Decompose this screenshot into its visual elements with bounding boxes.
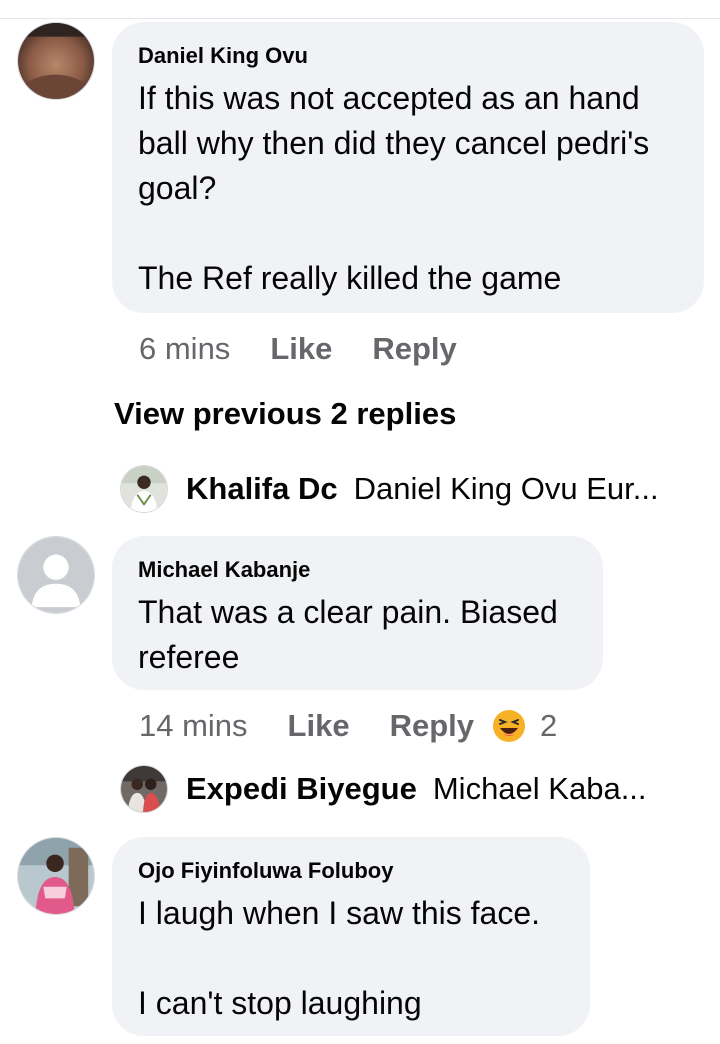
avatar[interactable] bbox=[120, 465, 168, 513]
comment-meta: 14 mins Like Reply 2 bbox=[139, 704, 557, 748]
avatar[interactable] bbox=[17, 22, 95, 100]
comment-timestamp[interactable]: 6 mins bbox=[139, 331, 230, 367]
reply-preview-text: Michael Kaba... bbox=[432, 771, 647, 806]
avatar[interactable] bbox=[17, 837, 95, 915]
comment-text-line: The Ref really killed the game bbox=[138, 260, 562, 296]
comment-bubble[interactable]: Daniel King Ovu If this was not accepted… bbox=[112, 22, 704, 313]
comment-text-line: I can't stop laughing bbox=[138, 985, 422, 1021]
reply-button[interactable]: Reply bbox=[390, 708, 474, 744]
top-divider bbox=[0, 18, 720, 19]
comment-author[interactable]: Ojo Fiyinfoluwa Foluboy bbox=[138, 857, 564, 885]
comment-bubble[interactable]: Michael Kabanje That was a clear pain. B… bbox=[112, 536, 603, 690]
comment-text-line: I laugh when I saw this face. bbox=[138, 895, 540, 931]
reaction-summary[interactable]: 2 bbox=[492, 708, 557, 744]
reply-author[interactable]: Expedi Biyegue bbox=[186, 771, 417, 807]
avatar-photo-icon bbox=[121, 766, 167, 812]
reply-author[interactable]: Khalifa Dc bbox=[186, 471, 338, 507]
comment-bubble[interactable]: Ojo Fiyinfoluwa Foluboy I laugh when I s… bbox=[112, 837, 590, 1036]
view-previous-replies-link[interactable]: View previous 2 replies bbox=[114, 396, 456, 432]
reaction-count: 2 bbox=[540, 708, 558, 743]
comment-timestamp[interactable]: 14 mins bbox=[139, 708, 248, 744]
comment-text-line: ball why then did they cancel pedri's bbox=[138, 125, 650, 161]
default-avatar-icon bbox=[18, 537, 94, 613]
avatar-photo-icon bbox=[18, 23, 94, 99]
comment-meta: 6 mins Like Reply bbox=[139, 327, 457, 371]
comment-blank-line bbox=[138, 211, 678, 256]
avatar-photo-icon bbox=[121, 466, 167, 512]
reply-preview-text: Daniel King Ovu Eur... bbox=[353, 471, 659, 506]
comment-text-line: That was a clear pain. Biased bbox=[138, 594, 558, 630]
comment-blank-line bbox=[138, 936, 564, 981]
comment-text-line: referee bbox=[138, 639, 240, 675]
like-button[interactable]: Like bbox=[270, 331, 332, 367]
avatar[interactable] bbox=[120, 765, 168, 813]
comment-text-line: If this was not accepted as an hand bbox=[138, 80, 640, 116]
comment-author[interactable]: Michael Kabanje bbox=[138, 556, 577, 584]
comments-thread: Daniel King Ovu If this was not accepted… bbox=[0, 0, 720, 1044]
reply-preview-row[interactable]: Khalifa Dc Daniel King Ovu Eur... bbox=[120, 464, 659, 514]
comment-text-line: goal? bbox=[138, 170, 217, 206]
like-button[interactable]: Like bbox=[288, 708, 350, 744]
reply-button[interactable]: Reply bbox=[372, 331, 456, 367]
avatar[interactable] bbox=[17, 536, 95, 614]
laughing-emoji-icon bbox=[493, 710, 525, 742]
comment-author[interactable]: Daniel King Ovu bbox=[138, 42, 678, 70]
avatar-photo-icon bbox=[18, 838, 94, 914]
reply-preview-row[interactable]: Expedi Biyegue Michael Kaba... bbox=[120, 764, 647, 814]
